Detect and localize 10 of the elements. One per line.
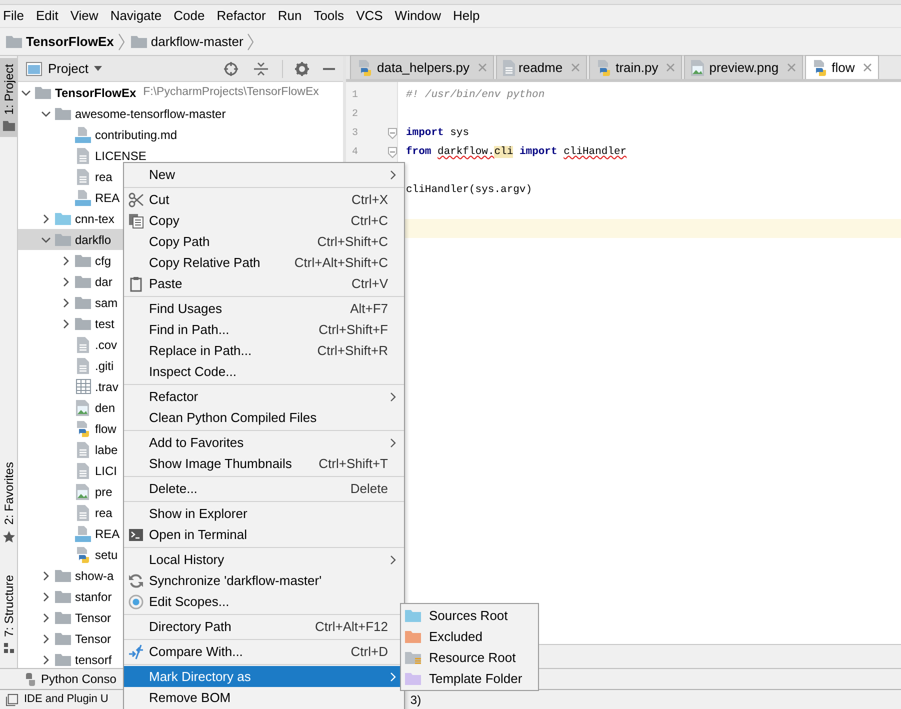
status-message: IDE and Plugin U (24, 692, 108, 708)
line-number: 1 (352, 89, 358, 103)
code-line: from darkflow.cli import cliHandler (405, 145, 628, 160)
line-number: 4 (352, 146, 358, 160)
status-text: 3) (410, 692, 422, 708)
code-line: import sys (405, 126, 470, 141)
code-line: #! /usr/bin/env python (405, 88, 546, 103)
code-line: cliHandler(sys.argv) (405, 183, 534, 198)
line-number: 2 (352, 108, 358, 122)
line-number: 3 (352, 127, 358, 141)
